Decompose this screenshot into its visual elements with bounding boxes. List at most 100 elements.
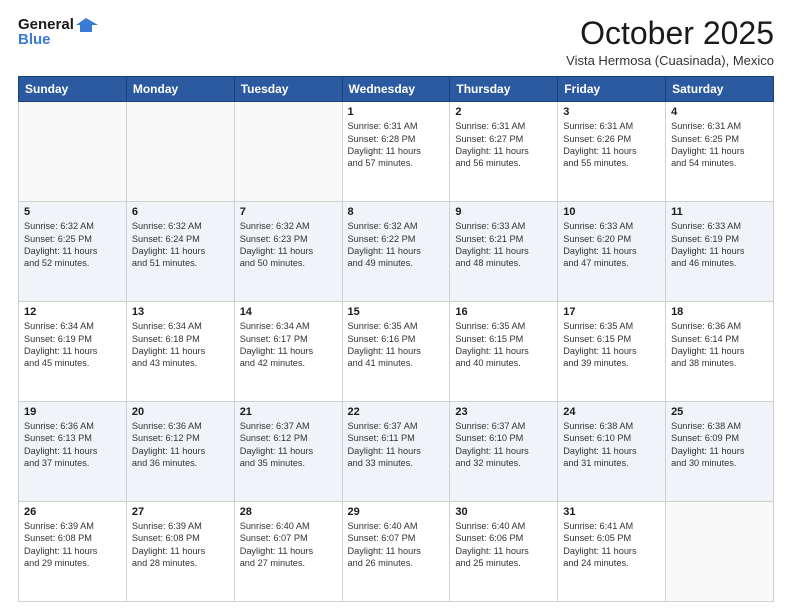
calendar-cell: 2 Sunrise: 6:31 AM Sunset: 6:27 PM Dayli… — [450, 102, 558, 202]
day-info: Sunrise: 6:32 AM Sunset: 6:22 PM Dayligh… — [348, 220, 445, 270]
calendar-cell: 6 Sunrise: 6:32 AM Sunset: 6:24 PM Dayli… — [126, 202, 234, 302]
calendar-cell — [234, 102, 342, 202]
day-info: Sunrise: 6:37 AM Sunset: 6:10 PM Dayligh… — [455, 420, 552, 470]
day-number: 9 — [455, 206, 552, 218]
calendar-cell: 12 Sunrise: 6:34 AM Sunset: 6:19 PM Dayl… — [19, 302, 127, 402]
calendar-cell: 9 Sunrise: 6:33 AM Sunset: 6:21 PM Dayli… — [450, 202, 558, 302]
calendar-cell: 24 Sunrise: 6:38 AM Sunset: 6:10 PM Dayl… — [558, 402, 666, 502]
col-tuesday: Tuesday — [234, 77, 342, 102]
day-number: 18 — [671, 306, 768, 318]
day-info: Sunrise: 6:34 AM Sunset: 6:19 PM Dayligh… — [24, 320, 121, 370]
logo-arrow-icon — [76, 16, 98, 34]
day-info: Sunrise: 6:31 AM Sunset: 6:25 PM Dayligh… — [671, 120, 768, 170]
day-number: 29 — [348, 506, 445, 518]
week-row-0: 1 Sunrise: 6:31 AM Sunset: 6:28 PM Dayli… — [19, 102, 774, 202]
day-number: 12 — [24, 306, 121, 318]
day-info: Sunrise: 6:31 AM Sunset: 6:28 PM Dayligh… — [348, 120, 445, 170]
day-info: Sunrise: 6:36 AM Sunset: 6:14 PM Dayligh… — [671, 320, 768, 370]
week-row-3: 19 Sunrise: 6:36 AM Sunset: 6:13 PM Dayl… — [19, 402, 774, 502]
day-number: 8 — [348, 206, 445, 218]
calendar-cell: 5 Sunrise: 6:32 AM Sunset: 6:25 PM Dayli… — [19, 202, 127, 302]
calendar-cell: 7 Sunrise: 6:32 AM Sunset: 6:23 PM Dayli… — [234, 202, 342, 302]
day-info: Sunrise: 6:38 AM Sunset: 6:10 PM Dayligh… — [563, 420, 660, 470]
day-number: 26 — [24, 506, 121, 518]
day-number: 19 — [24, 406, 121, 418]
col-wednesday: Wednesday — [342, 77, 450, 102]
day-number: 5 — [24, 206, 121, 218]
day-number: 20 — [132, 406, 229, 418]
calendar-cell: 30 Sunrise: 6:40 AM Sunset: 6:06 PM Dayl… — [450, 502, 558, 602]
day-number: 16 — [455, 306, 552, 318]
day-info: Sunrise: 6:32 AM Sunset: 6:24 PM Dayligh… — [132, 220, 229, 270]
day-info: Sunrise: 6:40 AM Sunset: 6:07 PM Dayligh… — [240, 520, 337, 570]
calendar-cell: 29 Sunrise: 6:40 AM Sunset: 6:07 PM Dayl… — [342, 502, 450, 602]
day-info: Sunrise: 6:37 AM Sunset: 6:11 PM Dayligh… — [348, 420, 445, 470]
day-info: Sunrise: 6:36 AM Sunset: 6:13 PM Dayligh… — [24, 420, 121, 470]
calendar-cell: 27 Sunrise: 6:39 AM Sunset: 6:08 PM Dayl… — [126, 502, 234, 602]
day-number: 4 — [671, 106, 768, 118]
calendar-cell: 4 Sunrise: 6:31 AM Sunset: 6:25 PM Dayli… — [666, 102, 774, 202]
day-number: 25 — [671, 406, 768, 418]
calendar-cell — [19, 102, 127, 202]
calendar-cell: 23 Sunrise: 6:37 AM Sunset: 6:10 PM Dayl… — [450, 402, 558, 502]
col-saturday: Saturday — [666, 77, 774, 102]
calendar-cell: 28 Sunrise: 6:40 AM Sunset: 6:07 PM Dayl… — [234, 502, 342, 602]
day-info: Sunrise: 6:32 AM Sunset: 6:23 PM Dayligh… — [240, 220, 337, 270]
day-info: Sunrise: 6:35 AM Sunset: 6:15 PM Dayligh… — [563, 320, 660, 370]
col-sunday: Sunday — [19, 77, 127, 102]
day-info: Sunrise: 6:39 AM Sunset: 6:08 PM Dayligh… — [24, 520, 121, 570]
day-number: 2 — [455, 106, 552, 118]
day-info: Sunrise: 6:36 AM Sunset: 6:12 PM Dayligh… — [132, 420, 229, 470]
calendar-cell: 14 Sunrise: 6:34 AM Sunset: 6:17 PM Dayl… — [234, 302, 342, 402]
calendar: Sunday Monday Tuesday Wednesday Thursday… — [18, 76, 774, 602]
calendar-cell — [126, 102, 234, 202]
title-area: October 2025 Vista Hermosa (Cuasinada), … — [566, 16, 774, 68]
day-info: Sunrise: 6:35 AM Sunset: 6:15 PM Dayligh… — [455, 320, 552, 370]
day-info: Sunrise: 6:32 AM Sunset: 6:25 PM Dayligh… — [24, 220, 121, 270]
day-info: Sunrise: 6:31 AM Sunset: 6:27 PM Dayligh… — [455, 120, 552, 170]
header: General Blue October 2025 Vista Hermosa … — [18, 16, 774, 68]
day-number: 30 — [455, 506, 552, 518]
day-number: 28 — [240, 506, 337, 518]
day-number: 11 — [671, 206, 768, 218]
day-info: Sunrise: 6:41 AM Sunset: 6:05 PM Dayligh… — [563, 520, 660, 570]
day-info: Sunrise: 6:40 AM Sunset: 6:06 PM Dayligh… — [455, 520, 552, 570]
calendar-cell — [666, 502, 774, 602]
day-number: 17 — [563, 306, 660, 318]
week-row-2: 12 Sunrise: 6:34 AM Sunset: 6:19 PM Dayl… — [19, 302, 774, 402]
header-row: Sunday Monday Tuesday Wednesday Thursday… — [19, 77, 774, 102]
day-info: Sunrise: 6:37 AM Sunset: 6:12 PM Dayligh… — [240, 420, 337, 470]
day-number: 6 — [132, 206, 229, 218]
month-title: October 2025 — [566, 16, 774, 51]
day-number: 10 — [563, 206, 660, 218]
day-info: Sunrise: 6:33 AM Sunset: 6:21 PM Dayligh… — [455, 220, 552, 270]
calendar-cell: 26 Sunrise: 6:39 AM Sunset: 6:08 PM Dayl… — [19, 502, 127, 602]
calendar-cell: 21 Sunrise: 6:37 AM Sunset: 6:12 PM Dayl… — [234, 402, 342, 502]
day-number: 21 — [240, 406, 337, 418]
day-number: 7 — [240, 206, 337, 218]
day-number: 13 — [132, 306, 229, 318]
calendar-cell: 19 Sunrise: 6:36 AM Sunset: 6:13 PM Dayl… — [19, 402, 127, 502]
day-info: Sunrise: 6:34 AM Sunset: 6:18 PM Dayligh… — [132, 320, 229, 370]
calendar-cell: 10 Sunrise: 6:33 AM Sunset: 6:20 PM Dayl… — [558, 202, 666, 302]
calendar-cell: 31 Sunrise: 6:41 AM Sunset: 6:05 PM Dayl… — [558, 502, 666, 602]
day-number: 24 — [563, 406, 660, 418]
calendar-cell: 20 Sunrise: 6:36 AM Sunset: 6:12 PM Dayl… — [126, 402, 234, 502]
day-info: Sunrise: 6:33 AM Sunset: 6:20 PM Dayligh… — [563, 220, 660, 270]
day-number: 15 — [348, 306, 445, 318]
calendar-cell: 13 Sunrise: 6:34 AM Sunset: 6:18 PM Dayl… — [126, 302, 234, 402]
day-number: 14 — [240, 306, 337, 318]
day-info: Sunrise: 6:33 AM Sunset: 6:19 PM Dayligh… — [671, 220, 768, 270]
day-number: 23 — [455, 406, 552, 418]
col-monday: Monday — [126, 77, 234, 102]
week-row-4: 26 Sunrise: 6:39 AM Sunset: 6:08 PM Dayl… — [19, 502, 774, 602]
calendar-cell: 1 Sunrise: 6:31 AM Sunset: 6:28 PM Dayli… — [342, 102, 450, 202]
day-info: Sunrise: 6:40 AM Sunset: 6:07 PM Dayligh… — [348, 520, 445, 570]
week-row-1: 5 Sunrise: 6:32 AM Sunset: 6:25 PM Dayli… — [19, 202, 774, 302]
logo: General Blue — [18, 16, 98, 49]
day-number: 1 — [348, 106, 445, 118]
day-info: Sunrise: 6:35 AM Sunset: 6:16 PM Dayligh… — [348, 320, 445, 370]
col-thursday: Thursday — [450, 77, 558, 102]
location: Vista Hermosa (Cuasinada), Mexico — [566, 53, 774, 68]
day-info: Sunrise: 6:34 AM Sunset: 6:17 PM Dayligh… — [240, 320, 337, 370]
